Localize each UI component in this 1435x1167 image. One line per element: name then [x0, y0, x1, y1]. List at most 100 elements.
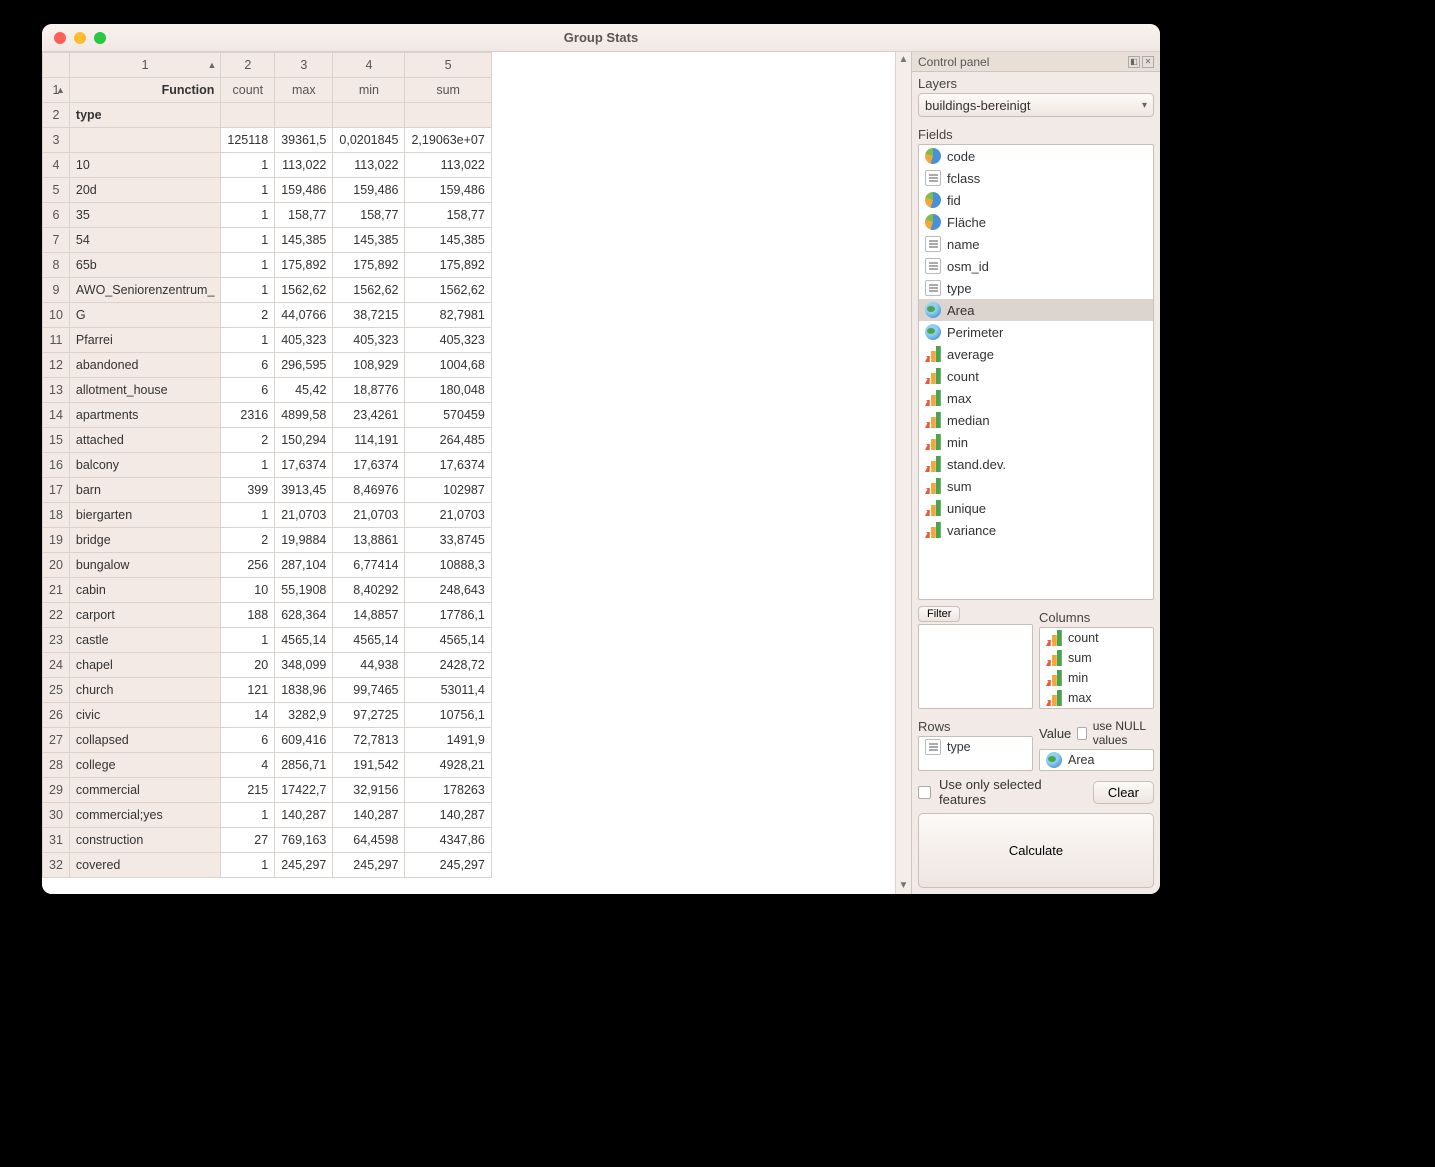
cell-sum[interactable]: 17,6374: [405, 453, 491, 478]
cell-count[interactable]: 125118: [221, 128, 275, 153]
cell-min[interactable]: 108,929: [333, 353, 405, 378]
field-item[interactable]: sum: [1040, 648, 1153, 668]
field-item[interactable]: fclass: [919, 167, 1153, 189]
cell-min[interactable]: 158,77: [333, 203, 405, 228]
table-row[interactable]: 10G244,076638,721582,7981: [43, 303, 492, 328]
cell-max[interactable]: 769,163: [275, 828, 333, 853]
row-number[interactable]: 8: [43, 253, 70, 278]
row-number[interactable]: 13: [43, 378, 70, 403]
cell-min[interactable]: 1562,62: [333, 278, 405, 303]
cell-min[interactable]: 145,385: [333, 228, 405, 253]
cell-count[interactable]: 1: [221, 278, 275, 303]
cell-type[interactable]: collapsed: [69, 728, 221, 753]
field-item[interactable]: variance: [919, 519, 1153, 541]
cell-type[interactable]: bridge: [69, 528, 221, 553]
cell-type[interactable]: cabin: [69, 578, 221, 603]
table-row[interactable]: 22carport188628,36414,885717786,1: [43, 603, 492, 628]
cell-min[interactable]: 64,4598: [333, 828, 405, 853]
cell-min[interactable]: 99,7465: [333, 678, 405, 703]
layer-select[interactable]: buildings-bereinigt ▾: [918, 93, 1154, 117]
field-item[interactable]: min: [1040, 668, 1153, 688]
field-item[interactable]: max: [919, 387, 1153, 409]
table-row[interactable]: 865b1175,892175,892175,892: [43, 253, 492, 278]
table-row[interactable]: 19bridge219,988413,886133,8745: [43, 528, 492, 553]
cell-sum[interactable]: 145,385: [405, 228, 491, 253]
cell-max[interactable]: 39361,5: [275, 128, 333, 153]
cell-min[interactable]: 38,7215: [333, 303, 405, 328]
row-number[interactable]: 10: [43, 303, 70, 328]
table-row[interactable]: 20bungalow256287,1046,7741410888,3: [43, 553, 492, 578]
cell-type[interactable]: biergarten: [69, 503, 221, 528]
panel-close-icon[interactable]: ✕: [1142, 56, 1154, 68]
cell-sum[interactable]: 10756,1: [405, 703, 491, 728]
zoom-icon[interactable]: [94, 32, 106, 44]
cell-count[interactable]: 1: [221, 228, 275, 253]
cell-type[interactable]: 35: [69, 203, 221, 228]
row-number[interactable]: 30: [43, 803, 70, 828]
cell-type[interactable]: 20d: [69, 178, 221, 203]
field-item[interactable]: median: [919, 409, 1153, 431]
cell-type[interactable]: G: [69, 303, 221, 328]
close-icon[interactable]: [54, 32, 66, 44]
cell-type[interactable]: bungalow: [69, 553, 221, 578]
table-row[interactable]: 312511839361,50,02018452,19063e+07: [43, 128, 492, 153]
cell-count[interactable]: 1: [221, 453, 275, 478]
cell-max[interactable]: 287,104: [275, 553, 333, 578]
cell-count[interactable]: 1: [221, 628, 275, 653]
cell-count[interactable]: 1: [221, 803, 275, 828]
cell-min[interactable]: 159,486: [333, 178, 405, 203]
table-row[interactable]: 9AWO_Seniorenzentrum_11562,621562,621562…: [43, 278, 492, 303]
cell-max[interactable]: 158,77: [275, 203, 333, 228]
row-number[interactable]: 15: [43, 428, 70, 453]
calculate-button[interactable]: Calculate: [918, 813, 1154, 888]
row-number[interactable]: 14: [43, 403, 70, 428]
cell-max[interactable]: 245,297: [275, 853, 333, 878]
field-item[interactable]: name: [919, 233, 1153, 255]
field-item[interactable]: unique: [919, 497, 1153, 519]
cell-min[interactable]: 8,46976: [333, 478, 405, 503]
cell-type[interactable]: balcony: [69, 453, 221, 478]
table-row[interactable]: 14apartments23164899,5823,4261570459: [43, 403, 492, 428]
cell-type[interactable]: commercial;yes: [69, 803, 221, 828]
table-row[interactable]: 7541145,385145,385145,385: [43, 228, 492, 253]
cell-max[interactable]: 21,0703: [275, 503, 333, 528]
row-number[interactable]: 4: [43, 153, 70, 178]
cell-type[interactable]: chapel: [69, 653, 221, 678]
clear-button[interactable]: Clear: [1093, 781, 1154, 804]
cell-max[interactable]: 140,287: [275, 803, 333, 828]
cell-count[interactable]: 2: [221, 428, 275, 453]
table-row[interactable]: 30commercial;yes1140,287140,287140,287: [43, 803, 492, 828]
cell-sum[interactable]: 2,19063e+07: [405, 128, 491, 153]
cell-type[interactable]: apartments: [69, 403, 221, 428]
cell-sum[interactable]: 4928,21: [405, 753, 491, 778]
cell-min[interactable]: 97,2725: [333, 703, 405, 728]
cell-min[interactable]: 17,6374: [333, 453, 405, 478]
table-row[interactable]: 17barn3993913,458,46976102987: [43, 478, 492, 503]
cell-sum[interactable]: 140,287: [405, 803, 491, 828]
cell-count[interactable]: 1: [221, 503, 275, 528]
cell-type[interactable]: AWO_Seniorenzentrum_: [69, 278, 221, 303]
cell-count[interactable]: 2: [221, 303, 275, 328]
row-number[interactable]: 17: [43, 478, 70, 503]
cell-sum[interactable]: 175,892: [405, 253, 491, 278]
cell-sum[interactable]: 2428,72: [405, 653, 491, 678]
table-row[interactable]: 24chapel20348,09944,9382428,72: [43, 653, 492, 678]
table-row[interactable]: 18biergarten121,070321,070321,0703: [43, 503, 492, 528]
cell-count[interactable]: 6: [221, 728, 275, 753]
row-header-2[interactable]: 2: [43, 103, 70, 128]
row-number[interactable]: 12: [43, 353, 70, 378]
cell-max[interactable]: 296,595: [275, 353, 333, 378]
func-min[interactable]: min: [333, 78, 405, 103]
cell-count[interactable]: 10: [221, 578, 275, 603]
function-header[interactable]: Function: [69, 78, 221, 103]
cell-min[interactable]: 13,8861: [333, 528, 405, 553]
rows-box[interactable]: type: [918, 736, 1033, 771]
cell-count[interactable]: 256: [221, 553, 275, 578]
table-row[interactable]: 32covered1245,297245,297245,297: [43, 853, 492, 878]
cell-type[interactable]: Pfarrei: [69, 328, 221, 353]
cell-max[interactable]: 1838,96: [275, 678, 333, 703]
cell-sum[interactable]: 1004,68: [405, 353, 491, 378]
field-item[interactable]: Perimeter: [919, 321, 1153, 343]
row-number[interactable]: 18: [43, 503, 70, 528]
columns-box[interactable]: countsumminmax: [1039, 627, 1154, 709]
